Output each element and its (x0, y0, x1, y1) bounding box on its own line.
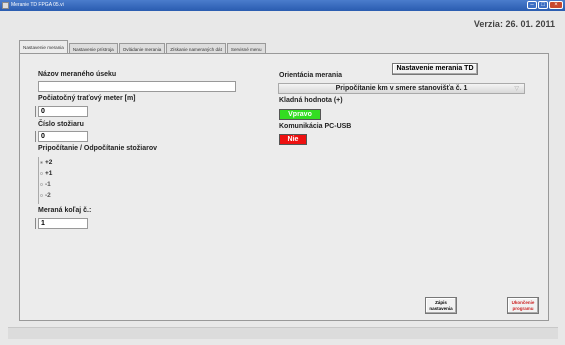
radio-icon (40, 172, 43, 175)
orientation-value: Pripočítanie km v smere stanovišťa č. 1 (335, 85, 468, 92)
comm-status-indicator: Nie (279, 134, 307, 145)
quit-program-button[interactable]: Ukončenie programu (507, 297, 539, 314)
positive-direction-toggle[interactable]: Vpravo (279, 109, 321, 120)
chevron-down-icon: ▽ (514, 86, 519, 92)
title-bar: Meranie TD FPGA 05.vi – □ × (0, 0, 565, 11)
radio-minus-1[interactable]: -1 (39, 179, 61, 190)
comm-label: Komunikácia PC-USB (279, 123, 352, 130)
pole-number-input[interactable]: 0 (38, 131, 88, 142)
version-label: Verzia: 26. 01. 2011 (473, 19, 555, 29)
close-icon[interactable]: × (549, 1, 563, 9)
orientation-dropdown[interactable]: Pripočítanie km v smere stanovišťa č. 1 … (278, 83, 525, 94)
radio-selected-icon (40, 161, 43, 164)
window-controls: – □ × (527, 1, 563, 9)
tab-measurement-settings[interactable]: Nastavenie merania (19, 40, 68, 54)
minimize-icon[interactable]: – (527, 1, 537, 9)
radio-plus-2[interactable]: +2 (39, 157, 61, 168)
pole-count-label: Pripočítanie / Odpočítanie stožiarov (38, 145, 158, 152)
positive-value-label: Kladná hodnota (+) (279, 97, 343, 104)
orientation-label: Orientácia merania (279, 72, 343, 79)
track-label: Meraná koľaj č.: (38, 207, 92, 214)
pole-count-radio-group: +2 +1 -1 -2 (38, 157, 61, 204)
pole-number-label: Číslo stožiaru (38, 121, 84, 128)
radio-plus-1[interactable]: +1 (39, 168, 61, 179)
radio-icon (40, 183, 43, 186)
radio-icon (40, 194, 43, 197)
section-name-input[interactable] (38, 81, 236, 92)
radio-minus-2[interactable]: -2 (39, 190, 61, 201)
status-strip (8, 327, 558, 339)
start-meter-label: Počiatočný traťový meter [m] (38, 95, 136, 102)
settings-panel: Názov meraného úseku Počiatočný traťový … (19, 53, 549, 321)
app-icon (2, 2, 9, 9)
track-input[interactable]: 1 (38, 218, 88, 229)
measurement-settings-button[interactable]: Nastavenie merania TD (392, 63, 478, 75)
window-title: Meranie TD FPGA 05.vi (11, 2, 64, 8)
start-meter-input[interactable]: 0 (38, 106, 88, 117)
tab-bar: Nastavenie merania Nastavenie prístroja … (19, 40, 267, 54)
save-settings-button[interactable]: Zápis nastavenia (425, 297, 457, 314)
maximize-icon[interactable]: □ (538, 1, 548, 9)
section-name-label: Názov meraného úseku (38, 71, 117, 78)
